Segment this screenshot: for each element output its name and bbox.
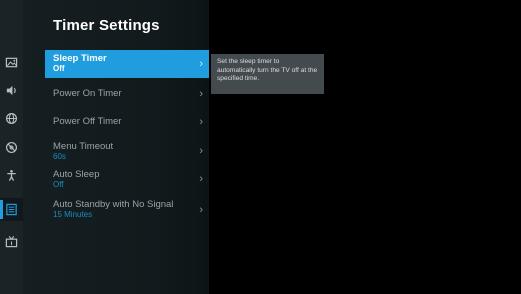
timer-settings-panel: Timer Settings Sleep Timer Off › Power O…	[23, 0, 209, 294]
picture-icon	[5, 57, 18, 68]
timer-settings-icon	[6, 203, 17, 216]
auto-standby-item[interactable]: Auto Standby with No Signal 15 Minutes ›	[45, 196, 209, 224]
sound-category[interactable]	[0, 79, 23, 102]
sound-icon	[6, 85, 16, 96]
accessibility-icon	[7, 170, 16, 181]
chevron-right-icon: ›	[199, 88, 203, 100]
auto-sleep-item[interactable]: Auto Sleep Off ›	[45, 166, 209, 192]
chevron-right-icon: ›	[199, 145, 203, 157]
chevron-right-icon: ›	[199, 116, 203, 128]
chevron-right-icon: ›	[199, 58, 203, 70]
menu-item-label: Auto Sleep	[53, 169, 100, 180]
general-category[interactable]	[0, 136, 23, 159]
menu-item-value: 60s	[53, 152, 66, 161]
chevron-right-icon: ›	[199, 173, 203, 185]
network-category[interactable]	[0, 107, 23, 130]
power-off-timer-item[interactable]: Power Off Timer ›	[45, 111, 209, 133]
tv-screen: Timer Settings Sleep Timer Off › Power O…	[0, 0, 521, 294]
general-icon	[5, 141, 18, 154]
picture-category[interactable]	[0, 51, 23, 74]
sleep-timer-item[interactable]: Sleep Timer Off ›	[45, 50, 209, 78]
menu-item-label: Power On Timer	[53, 88, 122, 99]
page-title: Timer Settings	[53, 17, 160, 34]
settings-category-rail	[0, 0, 23, 294]
menu-item-value: 15 Minutes	[53, 210, 93, 219]
timer-settings-category[interactable]	[0, 198, 23, 221]
menu-item-label: Sleep Timer	[53, 53, 107, 64]
accessibility-category[interactable]	[0, 164, 23, 187]
menu-timeout-item[interactable]: Menu Timeout 60s ›	[45, 138, 209, 164]
power-on-timer-item[interactable]: Power On Timer ›	[45, 83, 209, 105]
help-tooltip: Set the sleep timer to automatically tur…	[211, 54, 324, 94]
network-icon	[5, 112, 18, 125]
menu-item-label: Auto Standby with No Signal	[53, 199, 174, 210]
menu-item-value: Off	[53, 180, 64, 189]
menu-item-label: Menu Timeout	[53, 141, 114, 152]
menu-item-label: Power Off Timer	[53, 116, 122, 127]
chevron-right-icon: ›	[199, 204, 203, 216]
menu-item-value: Off	[53, 64, 65, 73]
channel-category[interactable]	[0, 230, 23, 253]
channel-icon	[5, 236, 18, 248]
